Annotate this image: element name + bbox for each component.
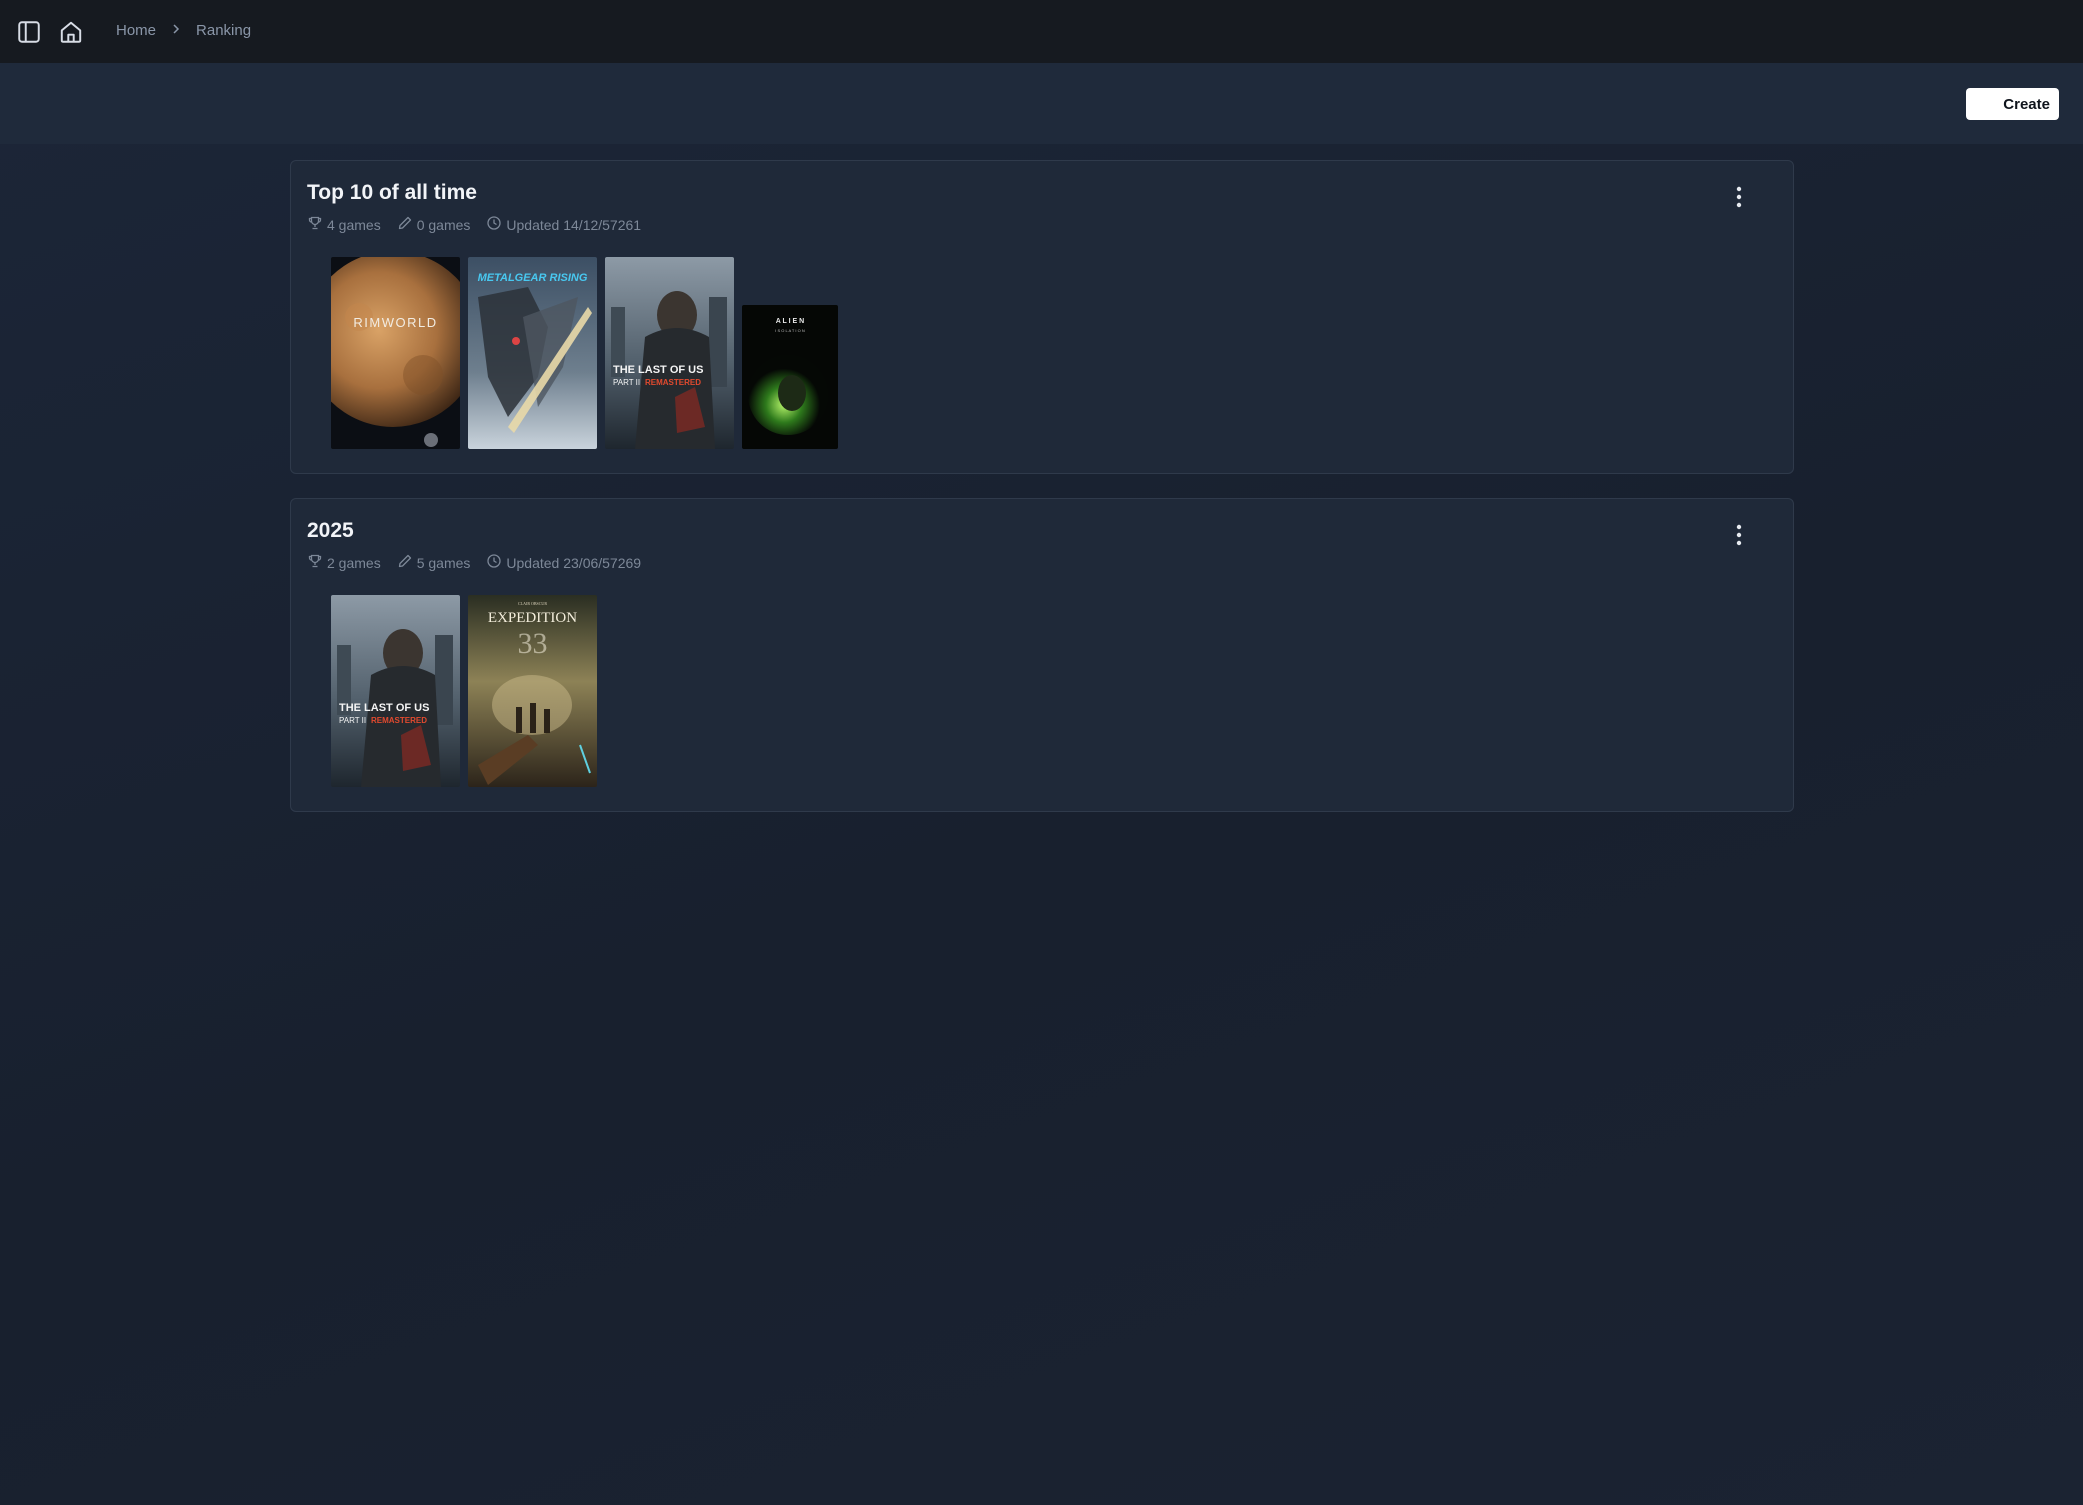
clock-icon <box>486 553 502 572</box>
game-cover-last-of-us-part-2[interactable]: THE LAST OF US PART II REMASTERED <box>331 595 460 787</box>
game-cover-metal-gear-rising[interactable]: METALGEAR RISING <box>468 257 597 449</box>
cover-logo-sub: CLAIR OBSCUR <box>518 601 547 606</box>
create-button[interactable]: Create <box>1966 88 2059 120</box>
cover-list: RIMWORLD METALGEAR RISING THE LAST OF US… <box>331 257 838 449</box>
ranking-title: Top 10 of all time <box>307 181 477 204</box>
sidebar-toggle-icon[interactable] <box>15 18 43 46</box>
cover-logo: METALGEAR RISING <box>478 272 588 284</box>
updated-date: Updated 14/12/57261 <box>506 216 642 233</box>
breadcrumb: Home Ranking <box>116 22 251 39</box>
cover-logo: A L I E N <box>776 318 804 325</box>
updated-date: Updated 23/06/57269 <box>506 554 642 571</box>
game-cover-rimworld[interactable]: RIMWORLD <box>331 257 460 449</box>
ranking-card[interactable]: 2025 2 games 5 games Updated 23/06/57269… <box>290 498 1794 812</box>
cover-logo: EXPEDITION <box>488 610 577 626</box>
ranking-card[interactable]: Top 10 of all time 4 games 0 games Updat… <box>290 160 1794 474</box>
breadcrumb-home-link[interactable]: Home <box>116 22 156 39</box>
game-cover-alien-isolation[interactable]: A L I E N I S O L A T I O N <box>742 305 838 449</box>
trophy-icon <box>307 553 323 572</box>
ranked-count: 2 games <box>327 554 381 571</box>
more-vertical-icon[interactable] <box>1725 183 1753 211</box>
ranking-title: 2025 <box>307 519 354 542</box>
home-icon[interactable] <box>57 18 85 46</box>
ranked-count: 4 games <box>327 216 381 233</box>
cover-logo: RIMWORLD <box>353 315 437 330</box>
edited-count: 5 games <box>416 554 471 571</box>
cover-logo-part: PART II <box>339 716 366 725</box>
edited-count: 0 games <box>416 216 471 233</box>
clock-icon <box>486 215 502 234</box>
ranking-meta: 2 games 5 games Updated 23/06/57269 <box>307 553 641 572</box>
cover-logo-edition: REMASTERED <box>371 716 427 725</box>
cover-logo-sub: I S O L A T I O N <box>775 328 805 333</box>
chevron-right-icon <box>170 22 182 39</box>
trophy-icon <box>307 215 323 234</box>
top-bar: Home Ranking <box>0 0 2083 63</box>
game-cover-last-of-us-part-2[interactable]: THE LAST OF US PART II REMASTERED <box>605 257 734 449</box>
game-cover-expedition-33[interactable]: CLAIR OBSCUR EXPEDITION 33 <box>468 595 597 787</box>
cover-logo-number: 33 <box>518 627 548 660</box>
breadcrumb-current: Ranking <box>196 22 252 39</box>
pencil-icon <box>397 553 413 572</box>
ranking-meta: 4 games 0 games Updated 14/12/57261 <box>307 215 641 234</box>
page-toolbar <box>0 63 2083 144</box>
cover-list: THE LAST OF US PART II REMASTERED CLAIR … <box>331 595 597 787</box>
more-vertical-icon[interactable] <box>1725 521 1753 549</box>
cover-logo: THE LAST OF US <box>339 702 429 714</box>
cover-logo: THE LAST OF US <box>613 364 703 376</box>
cover-logo-edition: REMASTERED <box>645 378 701 387</box>
cover-logo-part: PART II <box>613 378 640 387</box>
pencil-icon <box>397 215 413 234</box>
